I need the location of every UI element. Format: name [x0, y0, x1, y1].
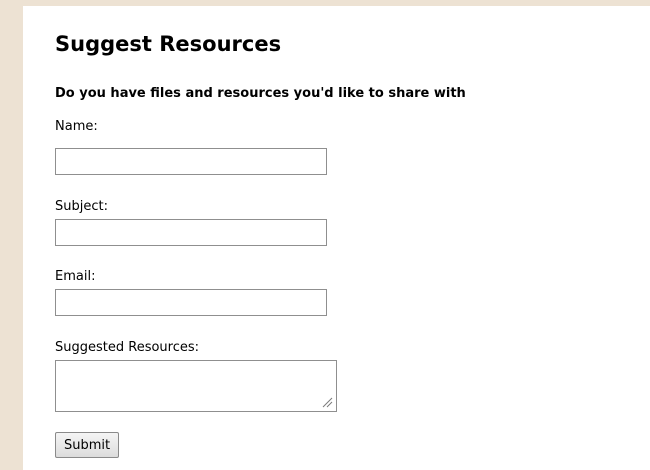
form-panel: Suggest Resources Do you have files and … — [23, 6, 650, 470]
email-label: Email: — [55, 269, 96, 284]
email-input[interactable] — [55, 289, 327, 316]
name-input[interactable] — [55, 148, 327, 175]
page-title: Suggest Resources — [55, 32, 282, 56]
name-label: Name: — [55, 119, 98, 134]
suggested-resources-label: Suggested Resources: — [55, 340, 200, 355]
suggested-resources-textarea[interactable] — [55, 360, 337, 412]
submit-button[interactable]: Submit — [55, 432, 120, 458]
intro-text: Do you have files and resources you'd li… — [55, 86, 466, 101]
subject-input[interactable] — [55, 219, 327, 246]
subject-label: Subject: — [55, 199, 108, 214]
